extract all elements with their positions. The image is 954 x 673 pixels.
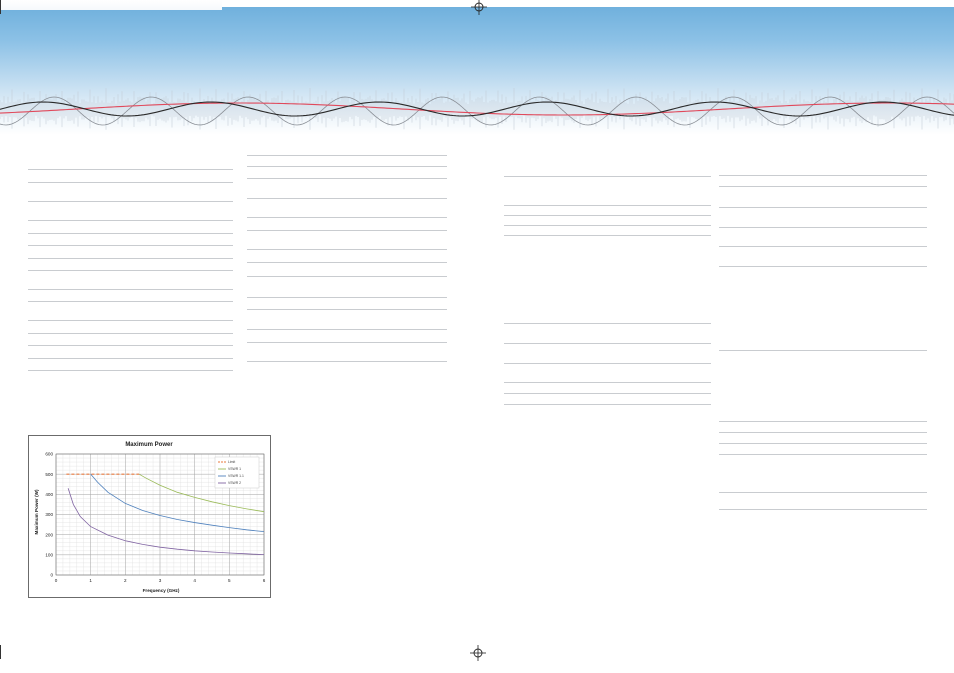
banner-wave-gray — [0, 96, 954, 126]
table-row — [719, 350, 927, 351]
chart-y-axis-label: Maximum Power (W) — [34, 489, 39, 534]
table-row — [719, 454, 927, 455]
chart-x-axis-label: Frequency (GHz) — [143, 588, 180, 593]
table-row — [504, 382, 711, 383]
table-row — [719, 207, 927, 208]
table-row — [719, 266, 927, 267]
table-row — [719, 175, 927, 176]
x-tick-label: 4 — [193, 578, 196, 583]
legend-label: VSWR 2 — [228, 481, 241, 485]
table-row — [719, 246, 927, 247]
table-row — [28, 320, 233, 321]
crop-mark-bottom-left — [0, 645, 1, 659]
table-row — [504, 343, 711, 344]
table-row — [28, 220, 233, 221]
x-tick-label: 0 — [55, 578, 58, 583]
table-row — [504, 176, 711, 177]
table-row — [247, 329, 447, 330]
header-banner — [0, 0, 954, 135]
banner-wave-graphic — [0, 88, 954, 130]
legend-label: VSWR 1.1 — [228, 474, 244, 478]
table-row — [719, 186, 927, 187]
table-row — [719, 509, 927, 510]
table-row — [28, 358, 233, 359]
table-row — [504, 404, 711, 405]
table-row — [719, 227, 927, 228]
table-row — [28, 370, 233, 371]
y-tick-label: 0 — [50, 573, 53, 578]
banner-wave-red — [0, 102, 954, 116]
table-row — [504, 393, 711, 394]
y-tick-label: 100 — [45, 552, 53, 557]
table-row — [28, 301, 233, 302]
table-row — [28, 289, 233, 290]
crop-mark-top-left — [0, 0, 1, 14]
table-row — [28, 233, 233, 234]
x-tick-label: 6 — [263, 578, 266, 583]
maximum-power-chart: Maximum Power Frequency (GHz) Maximum Po… — [28, 435, 271, 598]
table-row — [247, 297, 447, 298]
table-row — [28, 245, 233, 246]
table-row — [28, 270, 233, 271]
table-row — [719, 421, 927, 422]
table-row — [247, 361, 447, 362]
table-row — [504, 323, 711, 324]
x-tick-label: 3 — [159, 578, 162, 583]
table-row — [504, 225, 711, 226]
table-row — [28, 169, 233, 170]
y-tick-label: 600 — [45, 452, 53, 457]
registration-mark-top-icon — [471, 0, 487, 15]
table-row — [719, 432, 927, 433]
table-row — [719, 443, 927, 444]
registration-mark-bottom-icon — [470, 645, 486, 661]
table-row — [247, 262, 447, 263]
chart-svg: Maximum Power Frequency (GHz) Maximum Po… — [34, 442, 266, 593]
table-row — [28, 345, 233, 346]
table-row — [504, 363, 711, 364]
x-tick-label: 5 — [228, 578, 231, 583]
table-row — [504, 235, 711, 236]
table-row — [28, 182, 233, 183]
table-row — [247, 178, 447, 179]
table-row — [28, 333, 233, 334]
table-row — [28, 201, 233, 202]
banner-noise — [0, 88, 954, 130]
table-row — [247, 342, 447, 343]
table-row — [504, 215, 711, 216]
table-row — [247, 198, 447, 199]
legend-label: VSWR 1 — [228, 467, 241, 471]
table-row — [247, 217, 447, 218]
table-row — [247, 230, 447, 231]
table-row — [247, 276, 447, 277]
y-tick-label: 400 — [45, 492, 53, 497]
legend-label: Limit — [228, 460, 235, 464]
table-row — [28, 258, 233, 259]
table-row — [504, 205, 711, 206]
y-tick-label: 200 — [45, 532, 53, 537]
y-tick-label: 500 — [45, 472, 53, 477]
x-tick-label: 1 — [89, 578, 92, 583]
table-row — [719, 492, 927, 493]
table-row — [247, 249, 447, 250]
y-tick-label: 300 — [45, 512, 53, 517]
chart-title: Maximum Power — [125, 442, 173, 448]
table-row — [247, 166, 447, 167]
table-row — [247, 155, 447, 156]
x-tick-label: 2 — [124, 578, 127, 583]
table-row — [247, 309, 447, 310]
